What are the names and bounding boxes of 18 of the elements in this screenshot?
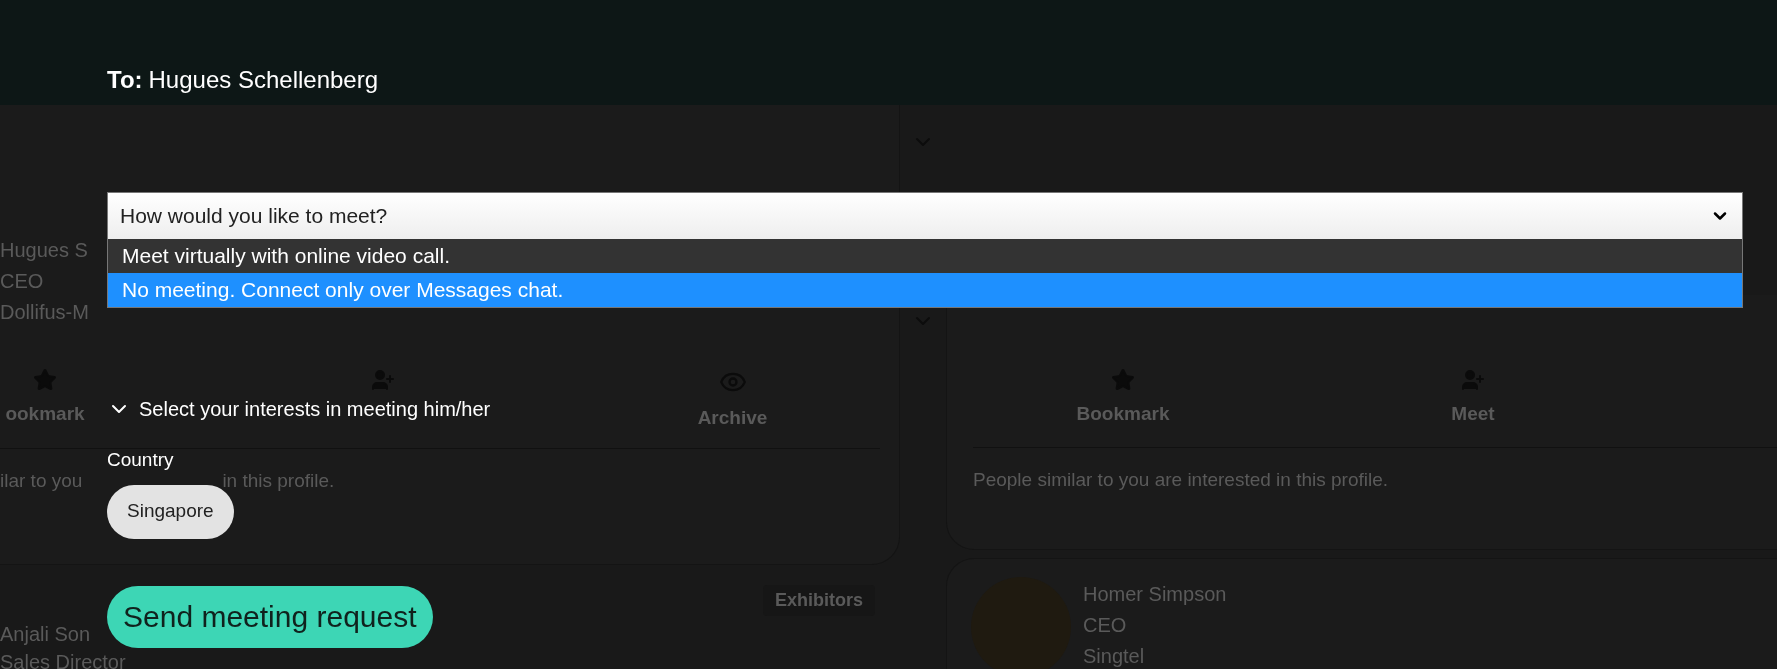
contact-title: CEO bbox=[1083, 613, 1128, 638]
select-option[interactable]: Meet virtually with online video call. bbox=[108, 239, 1742, 273]
contact-title: Sales Director bbox=[0, 650, 126, 669]
country-label: Country bbox=[107, 448, 174, 472]
card-note: People similar to you are interested in this profile. bbox=[973, 467, 1390, 492]
card-note: ilar to you bbox=[0, 468, 83, 493]
meeting-type-select[interactable]: How would you like to meet? bbox=[108, 193, 1742, 239]
contact-name: Hugues S bbox=[0, 238, 88, 263]
exhibitor-badge: Exhibitors bbox=[763, 585, 875, 616]
contact-name: Homer Simpson bbox=[1083, 582, 1227, 607]
contact-name: Anjali Son bbox=[0, 622, 91, 647]
contact-company: Dollifus-M bbox=[0, 300, 89, 325]
contact-company: Singtel bbox=[1083, 644, 1146, 669]
to-label: To: bbox=[107, 65, 143, 95]
interests-toggle[interactable]: Select your interests in meeting him/her bbox=[107, 394, 491, 424]
contact-title: CEO bbox=[0, 269, 44, 294]
recipient-name: Hugues Schellenberg bbox=[148, 65, 379, 95]
send-request-button[interactable]: Send meeting request bbox=[107, 585, 433, 648]
